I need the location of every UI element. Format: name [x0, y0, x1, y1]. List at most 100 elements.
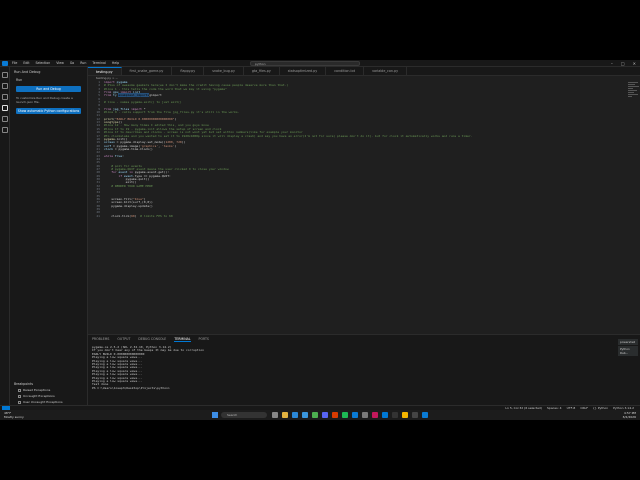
terminal-python-debug[interactable]: Python Deb... [618, 346, 638, 356]
code-token: "EARLY BUILD 0.00000000000000000" [114, 116, 175, 121]
minimap[interactable] [628, 81, 640, 121]
app-icon[interactable] [372, 412, 378, 418]
editor-tab[interactable]: gta_files.py [244, 67, 280, 75]
weather-widget[interactable]: 48°F Mostly sunny [4, 411, 24, 419]
remote-explorer-icon[interactable] [2, 127, 8, 133]
app-icon[interactable] [392, 412, 398, 418]
task-view-icon[interactable] [272, 412, 278, 418]
window-controls: – □ ✕ [611, 61, 636, 66]
code-editor[interactable]: 1 import pygame 2 # Plus of awesome geekers… [88, 80, 628, 333]
code-token: ) [174, 116, 177, 121]
line-number: 41 [96, 213, 100, 218]
menu-terminal[interactable]: Terminal [92, 61, 105, 65]
sidebar-title: Run And Debug [14, 70, 41, 74]
spotify-icon[interactable] [342, 412, 348, 418]
menu-view[interactable]: View [56, 61, 64, 65]
terminal-output[interactable]: pygame-ce 2.5.2 (SDL 2.32.10, Python 3.1… [88, 344, 640, 392]
line-code: # RENDER YOUR GAME HERE [102, 184, 153, 188]
code-token: #To clockslake and you wanted to set it … [104, 133, 473, 138]
run-and-debug-button[interactable]: Run and Debug [16, 86, 81, 92]
panel-tab-ports[interactable]: PORTS [199, 337, 209, 342]
editor-tabs: testing.py first_snake_game.py flappy.py sn… [88, 67, 640, 76]
app-icon[interactable] [412, 412, 418, 418]
line-code: #line 9 - calls support from the file jp… [102, 110, 240, 115]
terminal-icon[interactable] [382, 412, 388, 418]
maximize-icon[interactable]: □ [621, 61, 625, 66]
breakpoints-section: Breakpoints Raised Exceptions Uncaught E… [10, 381, 88, 405]
windows-taskbar: 48°F Mostly sunny Search 4:57 PM 3/2/202… [0, 410, 640, 420]
editor-tab[interactable]: snake_bug.py [204, 67, 244, 75]
code-token: clock [104, 146, 115, 151]
editor-tab[interactable]: statsoptimized.py [280, 67, 327, 75]
line-code: while True: [102, 153, 124, 158]
line-code: pygame.display.update() [102, 203, 153, 208]
menu-help[interactable]: Help [112, 61, 119, 65]
code-token: clock.tick( [104, 213, 132, 218]
code-line[interactable]: 41 clock.tick(60) # limits FPS to 60 [88, 213, 628, 218]
app-icon[interactable] [362, 412, 368, 418]
close-icon[interactable]: ✕ [633, 61, 636, 66]
panel-tab-problems[interactable]: PROBLEMS [92, 337, 109, 342]
line-code: # line - names pygame.exit() to just exi… [102, 100, 182, 105]
activity-bar [0, 67, 10, 405]
panel-tab-output[interactable]: OUTPUT [117, 337, 130, 342]
checkbox-icon[interactable] [18, 394, 21, 398]
vscode-taskbar-icon[interactable] [352, 412, 358, 418]
code-token: ) [174, 143, 177, 148]
app-icon[interactable] [422, 412, 428, 418]
code-token: 'tanks' [161, 143, 175, 148]
checkbox-icon[interactable] [18, 388, 21, 392]
title-bar: File Edit Selection View Go Run Terminal Help p… [0, 60, 640, 67]
start-button[interactable] [212, 412, 218, 418]
desktop-screen: File Edit Selection View Go Run Terminal Help p… [0, 60, 640, 420]
extensions-icon[interactable] [2, 116, 8, 122]
run-section-header[interactable]: Run [10, 77, 87, 83]
menu-run[interactable]: Run [80, 61, 86, 65]
line-code: clock = pygame.time.Clock() [102, 146, 153, 151]
editor-tab[interactable]: first_snake_game.py [122, 67, 173, 75]
run-debug-sidebar: Run And Debug Run Run and Debug To custo… [10, 67, 88, 405]
code-token: from [104, 93, 114, 98]
menu-selection[interactable]: Selection [36, 61, 51, 65]
taskbar-search[interactable]: Search [221, 412, 267, 418]
checkbox-icon[interactable] [18, 400, 21, 404]
menu-bar: File Edit Selection View Go Run Terminal Help [12, 61, 119, 65]
system-clock[interactable]: 4:57 PM 3/2/2026 [623, 411, 636, 419]
menu-go[interactable]: Go [70, 61, 74, 65]
search-icon[interactable] [2, 83, 8, 89]
source-control-icon[interactable] [2, 94, 8, 100]
code-token: pygame.display.update() [104, 203, 153, 208]
panel-tab-terminal[interactable]: TERMINAL [174, 337, 191, 342]
code-token: examplesl_imports [118, 93, 150, 98]
code-token: # limits FPS to 60 [140, 213, 173, 218]
terminal-powershell[interactable]: powershell [618, 339, 638, 345]
bottom-panel: PROBLEMS OUTPUT DEBUG CONSOLE TERMINAL PORTS… [88, 334, 640, 405]
code-token: = pygame.time.Clock() [114, 146, 153, 151]
panel-tab-debug-console[interactable]: DEBUG CONSOLE [138, 337, 166, 342]
app-icon[interactable] [402, 412, 408, 418]
app-icon[interactable] [312, 412, 318, 418]
editor-tab[interactable]: testing.py [88, 67, 122, 75]
run-debug-icon[interactable] [2, 105, 8, 111]
edge-icon[interactable] [292, 412, 298, 418]
command-center-search[interactable]: python [250, 61, 360, 66]
menu-file[interactable]: File [12, 61, 17, 65]
menu-edit[interactable]: Edit [23, 61, 29, 65]
discord-icon[interactable] [322, 412, 328, 418]
minimize-icon[interactable]: – [611, 61, 613, 66]
code-token: )) [181, 140, 186, 145]
code-token: #line 9 - calls support from the file jp… [104, 110, 240, 115]
editor-tab[interactable]: flappy.py [172, 67, 205, 75]
editor-tab[interactable]: variable_con.py [364, 67, 408, 75]
code-token: : [122, 153, 124, 158]
code-token: # line - names pygame.exit() to just exi… [104, 100, 182, 105]
customize-text: To customize Run and Debug create a laun… [16, 96, 73, 104]
line-code: from ty examplesl_importsgimport [102, 93, 162, 98]
store-icon[interactable] [302, 412, 308, 418]
terminal-list: powershell Python Deb... [618, 339, 638, 357]
explorer-icon[interactable] [2, 72, 8, 78]
show-python-configurations-button[interactable]: Show automatic Python configurations [16, 108, 81, 114]
file-explorer-icon[interactable] [282, 412, 288, 418]
app-icon[interactable] [332, 412, 338, 418]
editor-tab[interactable]: condition.txt [326, 67, 365, 75]
